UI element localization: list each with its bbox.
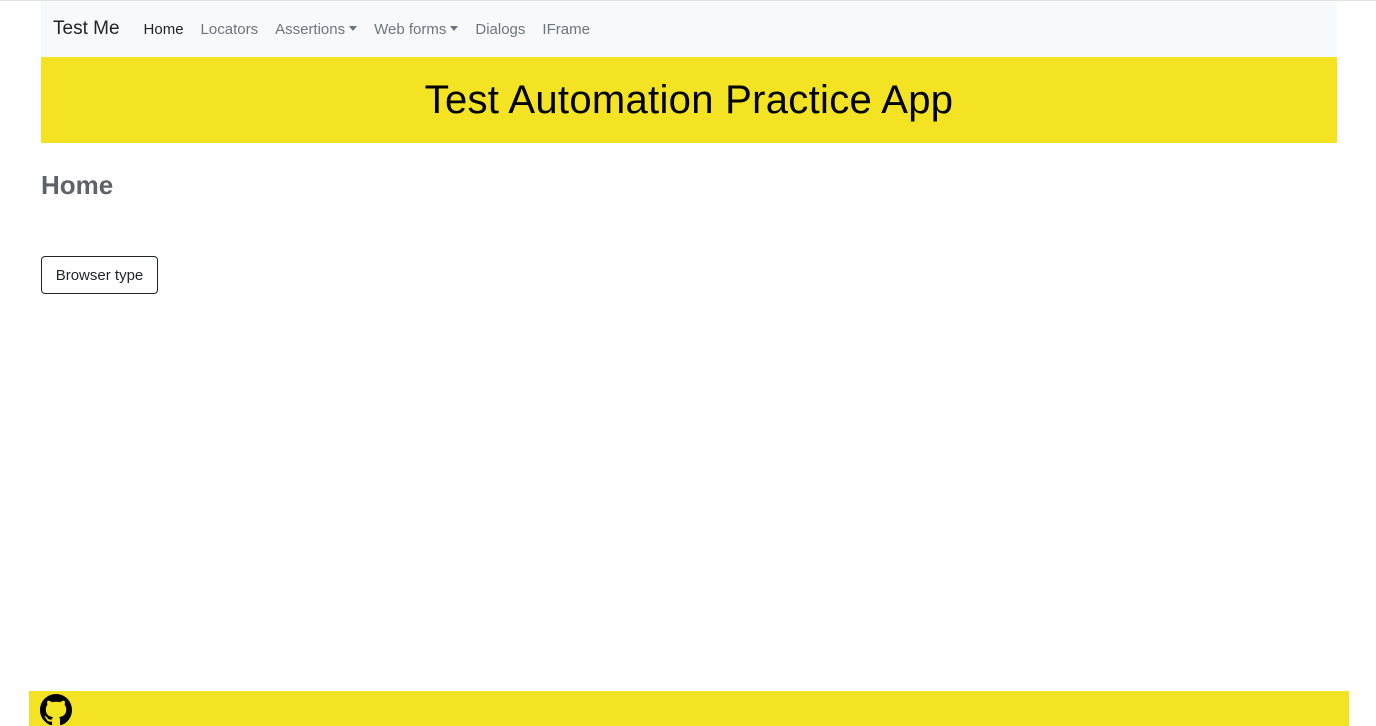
caret-down-icon <box>450 25 459 31</box>
caret-down-icon <box>349 25 358 31</box>
nav-item-home-label: Home <box>143 20 184 38</box>
footer <box>29 691 1349 726</box>
nav-item-web-forms-label: Web forms <box>374 20 447 38</box>
nav-item-home[interactable]: Home <box>144 21 184 38</box>
page-title: Home <box>41 170 114 200</box>
nav-item-locators-label: Locators <box>200 20 259 38</box>
header-banner: Test Automation Practice App <box>41 57 1337 143</box>
nav-item-assertions-label: Assertions <box>275 20 346 38</box>
nav-item-dialogs-label: Dialogs <box>475 20 526 38</box>
nav-item-iframe[interactable]: IFrame <box>542 21 590 38</box>
nav-item-dialogs[interactable]: Dialogs <box>475 21 525 38</box>
navbar-brand[interactable]: Test Me <box>53 18 120 40</box>
nav-item-iframe-label: IFrame <box>542 20 590 38</box>
browser-type-button[interactable]: Browser type <box>41 256 158 294</box>
nav-item-locators[interactable]: Locators <box>201 21 259 38</box>
github-icon[interactable] <box>40 694 72 726</box>
nav-item-assertions-dropdown[interactable]: Assertions <box>275 20 358 38</box>
nav-item-web-forms-dropdown[interactable]: Web forms <box>374 20 459 38</box>
navbar: Test Me Home Locators Assertions Web for… <box>41 1 1337 57</box>
banner-title: Test Automation Practice App <box>424 77 954 122</box>
